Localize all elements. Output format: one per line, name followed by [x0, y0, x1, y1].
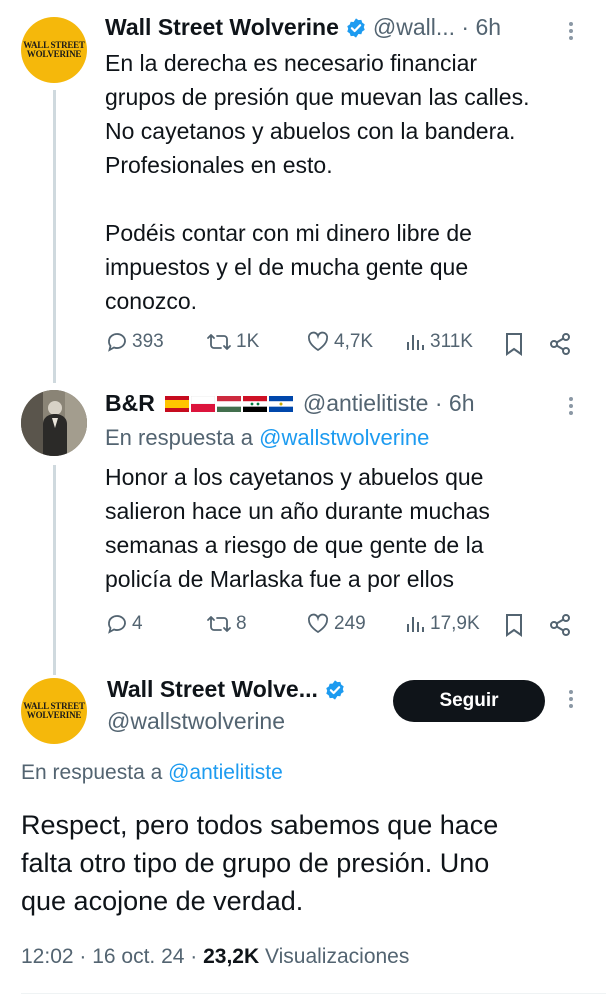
reply-context: En respuesta a @antielitiste: [21, 761, 283, 785]
reply-count: 4: [132, 613, 143, 634]
author-handle[interactable]: @wallstwolverine: [107, 708, 285, 735]
more-options-icon[interactable]: [569, 690, 573, 708]
bookmark-icon[interactable]: [503, 613, 525, 637]
avatar[interactable]: WALL STREET WOLVERINE: [21, 678, 87, 744]
retweet-button[interactable]: 1K: [205, 330, 259, 354]
timestamp[interactable]: 12:02 · 16 oct. 24 ·: [21, 945, 203, 968]
reply-context: En respuesta a @wallstwolverine: [105, 425, 429, 451]
views-label: Visualizaciones: [259, 945, 410, 968]
more-options-icon[interactable]: [569, 397, 573, 415]
handle-time[interactable]: @antielitiste · 6h: [303, 390, 475, 417]
more-options-icon[interactable]: [569, 22, 573, 40]
tweet-text: En la derecha es necesario financiar gru…: [105, 50, 530, 314]
view-count: 311K: [430, 331, 473, 352]
verified-badge-icon: [347, 17, 365, 38]
retweet-icon: [207, 616, 231, 632]
views-icon: [407, 617, 424, 632]
avatar-photo: [21, 390, 87, 456]
retweet-icon: [207, 334, 231, 350]
reply-button[interactable]: 4: [105, 612, 143, 636]
spain-flag-icon: [164, 395, 189, 412]
divider: [21, 993, 606, 994]
views-button[interactable]: 17,9K: [403, 612, 480, 636]
views-icon: [407, 335, 424, 350]
heart-icon: [307, 613, 329, 634]
reply-button[interactable]: 393: [105, 330, 164, 354]
handle-time[interactable]: @wall... · 6h: [373, 14, 501, 41]
avatar-text-line2: WOLVERINE: [26, 49, 82, 59]
avatar-text-line2: WOLVERINE: [26, 710, 82, 720]
bookmark-icon[interactable]: [503, 332, 525, 356]
author-name[interactable]: B&R: [105, 390, 155, 417]
retweet-count: 1K: [236, 331, 260, 352]
like-count: 4,7K: [334, 331, 374, 352]
author-name[interactable]: Wall Street Wolve...: [107, 676, 318, 703]
views-button[interactable]: 311K: [403, 330, 473, 354]
reply-count: 393: [132, 331, 164, 352]
reply-prefix: En respuesta a: [21, 761, 163, 784]
author-name[interactable]: Wall Street Wolverine: [105, 14, 339, 41]
reply-handle-link[interactable]: @antielitiste: [168, 761, 283, 784]
retweet-button[interactable]: 8: [205, 612, 247, 636]
view-count: 17,9K: [430, 613, 480, 634]
share-icon[interactable]: [548, 332, 572, 356]
views-count: 23,2K: [203, 945, 260, 968]
like-button[interactable]: 4,7K: [305, 330, 373, 354]
retweet-count: 8: [236, 613, 247, 634]
like-button[interactable]: 249: [305, 612, 366, 636]
tweet-text: Respect, pero todos sabemos que hace fal…: [21, 810, 499, 916]
like-count: 249: [334, 613, 366, 634]
thread-line: [53, 465, 56, 675]
reply-prefix: En respuesta a: [105, 425, 253, 450]
follow-button[interactable]: Seguir: [393, 680, 545, 722]
flags: [164, 395, 295, 412]
heart-icon: [307, 331, 329, 352]
avatar[interactable]: [21, 390, 87, 456]
avatar[interactable]: WALL STREET WOLVERINE: [21, 17, 87, 83]
verified-badge-icon: [326, 679, 344, 700]
reply-icon: [108, 333, 126, 352]
reply-handle-link[interactable]: @wallstwolverine: [259, 425, 429, 450]
thread-line: [53, 90, 56, 383]
tweet-meta: 12:02 · 16 oct. 24 · 23,2K Visualizacion…: [21, 945, 409, 969]
reply-icon: [108, 615, 126, 634]
poland-flag-icon: [190, 395, 215, 412]
syria-flag-icon: [242, 395, 267, 412]
el-salvador-flag-icon: [268, 395, 293, 412]
hungary-flag-icon: [216, 395, 241, 412]
tweet-text: Honor a los cayetanos y abuelos que sali…: [105, 464, 490, 592]
share-icon[interactable]: [548, 613, 572, 637]
